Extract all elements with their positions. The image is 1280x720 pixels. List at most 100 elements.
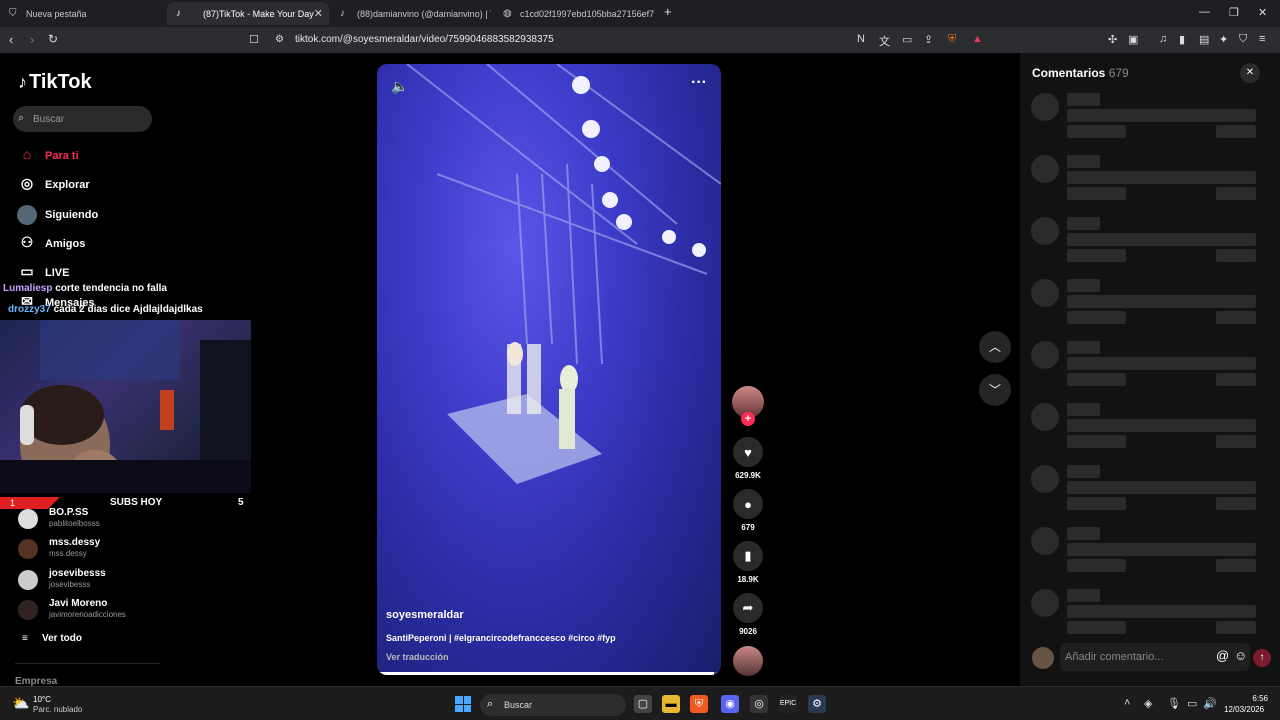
new-tab-button[interactable]: + xyxy=(664,4,672,19)
site-info-icon[interactable]: ⚙ xyxy=(275,34,284,45)
tab-hash[interactable]: ◍ c1cd02f1997ebd105bba27156ef782c xyxy=(494,2,654,25)
brave-icon[interactable]: ⛨ xyxy=(690,695,708,713)
following-account[interactable]: josevibesss josevibesss xyxy=(18,568,178,594)
chat-user: Lumaliesp xyxy=(3,283,53,294)
tray-app-icon[interactable]: ◈ xyxy=(1144,697,1152,710)
reload-icon[interactable]: ↻ xyxy=(48,32,58,46)
extensions-icon[interactable]: ✣ xyxy=(1108,33,1117,46)
video-frame xyxy=(406,64,721,484)
clock-time: 6:56 xyxy=(1252,694,1268,703)
comments-title: Comentarios 679 xyxy=(1032,66,1129,80)
nav-amigos[interactable]: ⚇ Amigos xyxy=(17,234,86,251)
emoji-icon[interactable]: ☺ xyxy=(1234,648,1247,663)
mention-icon[interactable]: @ xyxy=(1216,648,1229,663)
weather-icon[interactable]: ⛅ xyxy=(12,695,29,712)
epic-games-icon[interactable]: EPIC xyxy=(779,695,797,713)
video-player[interactable]: 🔈 ··· soyesmeraldar SantiPeperoni | #elg… xyxy=(377,64,721,675)
minimize-icon[interactable]: — xyxy=(1199,6,1210,18)
tiktok-page: ♪TikTok ⌕ Buscar ⌂Para ti ◎Explorar .Sig… xyxy=(0,53,1280,687)
windows-taskbar: ⛅ 10°C Parc. nublado ⌕ Buscar ▢ ▬ ⛨ ◉ ◎ … xyxy=(0,686,1280,720)
comment-button[interactable]: ● 679 xyxy=(733,489,763,532)
volume-tray-icon[interactable]: 🔊 xyxy=(1203,697,1217,710)
chat-message: drozzy37 cada 2 dias dice Ajdlajldajdlka… xyxy=(8,304,203,315)
tab-new[interactable]: ⛉ Nueva pestaña xyxy=(0,2,165,25)
next-video-button[interactable]: ﹀ xyxy=(979,374,1011,406)
follow-plus-button[interactable]: + xyxy=(741,412,755,426)
nav-siguiendo[interactable]: .Siguiendo xyxy=(17,205,98,225)
no-translate-icon[interactable]: N xyxy=(857,33,865,45)
task-view-icon[interactable]: ▢ xyxy=(634,695,652,713)
weather-description: Parc. nublado xyxy=(33,705,83,714)
avatar xyxy=(18,600,38,620)
network-icon[interactable]: ▭ xyxy=(1187,697,1197,710)
bookmark-icon: ▮ xyxy=(733,541,763,571)
compass-icon: ◎ xyxy=(20,175,34,191)
following-account[interactable]: BO.P.SS pablitoelbosss xyxy=(18,507,178,533)
menu-icon[interactable]: ≡ xyxy=(1259,33,1265,45)
wallet-icon[interactable]: ▤ xyxy=(1199,33,1209,46)
translate-link[interactable]: Ver traducción xyxy=(386,652,449,662)
live-icon: ▭ xyxy=(20,263,34,279)
previous-video-button[interactable]: ︿ xyxy=(979,331,1011,363)
tab-damianvino[interactable]: ♪ (88)damianvino (@damianvino) | TikT xyxy=(331,2,491,25)
cast-icon[interactable]: ▭ xyxy=(902,33,912,46)
leo-icon[interactable]: ✦ xyxy=(1219,33,1228,46)
send-button[interactable]: ↑ xyxy=(1253,649,1271,667)
start-button[interactable] xyxy=(455,696,471,712)
video-author[interactable]: soyesmeraldar xyxy=(386,609,464,621)
account-name: josevibesss xyxy=(49,568,106,579)
nav-live[interactable]: ▭ LIVE xyxy=(17,263,69,280)
tiktok-logo[interactable]: ♪ TikTok xyxy=(18,71,92,94)
save-button[interactable]: ▮ 18.9K xyxy=(733,541,763,584)
sidebar-icon[interactable]: ▮ xyxy=(1179,33,1185,46)
rewards-icon[interactable]: ▲ xyxy=(972,33,983,45)
globe-icon: ◍ xyxy=(503,8,512,19)
address-bar: ‹ › ↻ ☐ ⚙ tiktok.com/@soyesmeraldar/vide… xyxy=(0,27,1280,53)
see-all-button[interactable]: ≡ Ver todo xyxy=(22,633,82,644)
microphone-icon[interactable]: 🎙 xyxy=(1167,697,1181,710)
following-account[interactable]: Javi Moreno javimorenoadicciones xyxy=(18,598,178,624)
translate-icon[interactable]: 文 xyxy=(879,33,890,49)
restore-icon[interactable]: ❐ xyxy=(1229,6,1239,19)
vpn-icon[interactable]: ⛉ xyxy=(1239,33,1247,46)
tab-title: c1cd02f1997ebd105bba27156ef782c xyxy=(520,8,654,19)
tray-chevron-icon[interactable]: ˄ xyxy=(1124,697,1130,709)
obs-icon[interactable]: ◎ xyxy=(750,695,768,713)
more-options-icon[interactable]: ··· xyxy=(691,74,707,92)
url-field[interactable]: tiktok.com/@soyesmeraldar/video/75990468… xyxy=(295,34,554,45)
close-icon: ✕ xyxy=(1245,67,1255,78)
following-account[interactable]: mss.dessy mss.dessy xyxy=(18,537,178,563)
like-button[interactable]: ♥ 629.9K xyxy=(733,437,763,480)
subs-hoy-count: 5 xyxy=(238,497,244,508)
back-icon[interactable]: ‹ xyxy=(9,32,13,47)
brave-shield-icon[interactable]: ⛨ xyxy=(948,33,956,46)
file-explorer-icon[interactable]: ▬ xyxy=(662,695,680,713)
forward-icon[interactable]: › xyxy=(30,32,34,47)
account-name: mss.dessy xyxy=(49,537,101,548)
close-comments-button[interactable]: ✕ xyxy=(1240,63,1260,83)
tiktok-note-icon: ♪ xyxy=(18,72,27,92)
comment-skeleton xyxy=(1031,93,1271,141)
screenshot-icon[interactable]: ▣ xyxy=(1128,33,1138,46)
search-input[interactable]: ⌕ Buscar xyxy=(13,106,152,132)
music-icon[interactable]: ♫ xyxy=(1159,33,1167,45)
share-icon[interactable]: ⇪ xyxy=(924,33,933,46)
comment-skeleton xyxy=(1031,465,1271,513)
close-icon[interactable]: ✕ xyxy=(314,7,323,20)
nav-explorar[interactable]: ◎ Explorar xyxy=(17,175,90,192)
discord-icon[interactable]: ◉ xyxy=(721,695,739,713)
shield-icon: ⛉ xyxy=(9,8,17,19)
chevron-down-icon: ﹀ xyxy=(988,383,1001,397)
volume-icon[interactable]: 🔈 xyxy=(391,78,408,95)
bookmark-icon[interactable]: ☐ xyxy=(249,33,259,46)
comment-skeleton xyxy=(1031,589,1271,637)
tab-tiktok[interactable]: ♪ (87)TikTok - Make Your Day ✕ xyxy=(167,2,329,25)
settings-icon[interactable]: ⚙ xyxy=(808,695,826,713)
taskbar-search[interactable]: ⌕ Buscar xyxy=(480,694,626,716)
share-button[interactable]: ➦ 9026 xyxy=(733,593,763,636)
close-window-icon[interactable]: ✕ xyxy=(1258,6,1267,19)
comment-input[interactable]: Añadir comentario... @ ☺ xyxy=(1060,643,1250,671)
nav-para-ti[interactable]: ⌂ Para ti xyxy=(17,146,79,162)
video-progress[interactable] xyxy=(377,672,721,675)
music-disc[interactable] xyxy=(733,646,763,676)
